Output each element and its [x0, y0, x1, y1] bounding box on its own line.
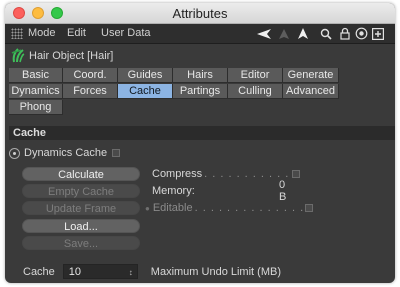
editable-row: ● Editable . . . . . . . . . . . . . . — [145, 201, 314, 215]
animation-dot-icon[interactable] — [9, 147, 20, 159]
cache-label: Cache — [23, 265, 55, 278]
dynamics-cache-label: Dynamics Cache — [24, 147, 108, 159]
up-arrow-icon[interactable] — [277, 26, 291, 41]
stepper-arrows-icon[interactable]: ↕ — [129, 266, 133, 280]
tab-guides[interactable]: Guides — [118, 68, 173, 83]
editable-dots: . . . . . . . . . . . . . . — [194, 202, 305, 214]
lock-icon[interactable] — [338, 26, 352, 41]
memory-label: Memory: — [152, 185, 195, 197]
compress-dots: . . . . . . . . . . . — [204, 168, 290, 180]
cache-value-field[interactable]: 10 ↕ — [62, 264, 138, 280]
editable-checkbox[interactable] — [305, 204, 314, 212]
compress-label: Compress — [152, 168, 203, 180]
object-header: Hair Object [Hair] — [5, 44, 395, 66]
search-icon[interactable] — [319, 26, 333, 41]
tab-hairs[interactable]: Hairs — [173, 68, 228, 83]
title-bar: Attributes — [5, 3, 395, 24]
window-title: Attributes — [172, 6, 228, 21]
back-arrow-icon[interactable] — [255, 26, 273, 41]
tab-dynamics[interactable]: Dynamics — [9, 84, 63, 99]
dynamics-cache-row: Dynamics Cache — [9, 145, 121, 161]
tab-generate[interactable]: Generate — [283, 68, 339, 83]
cache-value: 10 — [68, 266, 82, 278]
new-panel-icon[interactable] — [371, 26, 385, 41]
attributes-window: Attributes Mode Edit User Data Hair Obje… — [5, 3, 395, 283]
cache-limit-row: Cache 10 ↕ Maximum Undo Limit (MB) — [23, 264, 281, 279]
object-title: Hair Object [Hair] — [29, 50, 114, 62]
load-button[interactable]: Load... — [22, 219, 140, 233]
empty-cache-button[interactable]: Empty Cache — [22, 184, 140, 198]
animation-dot-icon[interactable]: ● — [145, 204, 150, 213]
menu-user-data[interactable]: User Data — [101, 27, 151, 39]
tab-basic[interactable]: Basic — [9, 68, 63, 83]
cache-hint: Maximum Undo Limit (MB) — [150, 265, 281, 278]
tab-partings[interactable]: Partings — [173, 84, 228, 99]
tab-phong[interactable]: Phong — [9, 100, 63, 115]
hair-object-icon — [11, 47, 25, 63]
tab-cache[interactable]: Cache — [118, 84, 173, 99]
menu-bar: Mode Edit User Data — [5, 24, 395, 44]
update-frame-button[interactable]: Update Frame — [22, 201, 140, 215]
dynamics-cache-checkbox[interactable] — [112, 149, 121, 157]
memory-row: Memory: 0 B — [152, 179, 292, 203]
menu-edit[interactable]: Edit — [67, 27, 86, 39]
menu-mode[interactable]: Mode — [28, 27, 56, 39]
tab-editor[interactable]: Editor — [228, 68, 283, 83]
memory-value: 0 B — [279, 179, 287, 203]
editable-label: Editable — [152, 202, 193, 214]
compress-checkbox[interactable] — [292, 170, 301, 178]
tab-advanced[interactable]: Advanced — [283, 84, 339, 99]
section-header-cache: Cache — [9, 126, 395, 140]
calculate-button[interactable]: Calculate — [22, 167, 140, 181]
save-button[interactable]: Save... — [22, 236, 140, 250]
target-icon[interactable] — [354, 26, 368, 41]
tab-forces[interactable]: Forces — [63, 84, 118, 99]
grip-icon[interactable] — [11, 28, 23, 39]
tab-culling[interactable]: Culling — [228, 84, 283, 99]
tab-coord[interactable]: Coord. — [63, 68, 118, 83]
cursor-arrow-icon[interactable] — [296, 26, 310, 41]
